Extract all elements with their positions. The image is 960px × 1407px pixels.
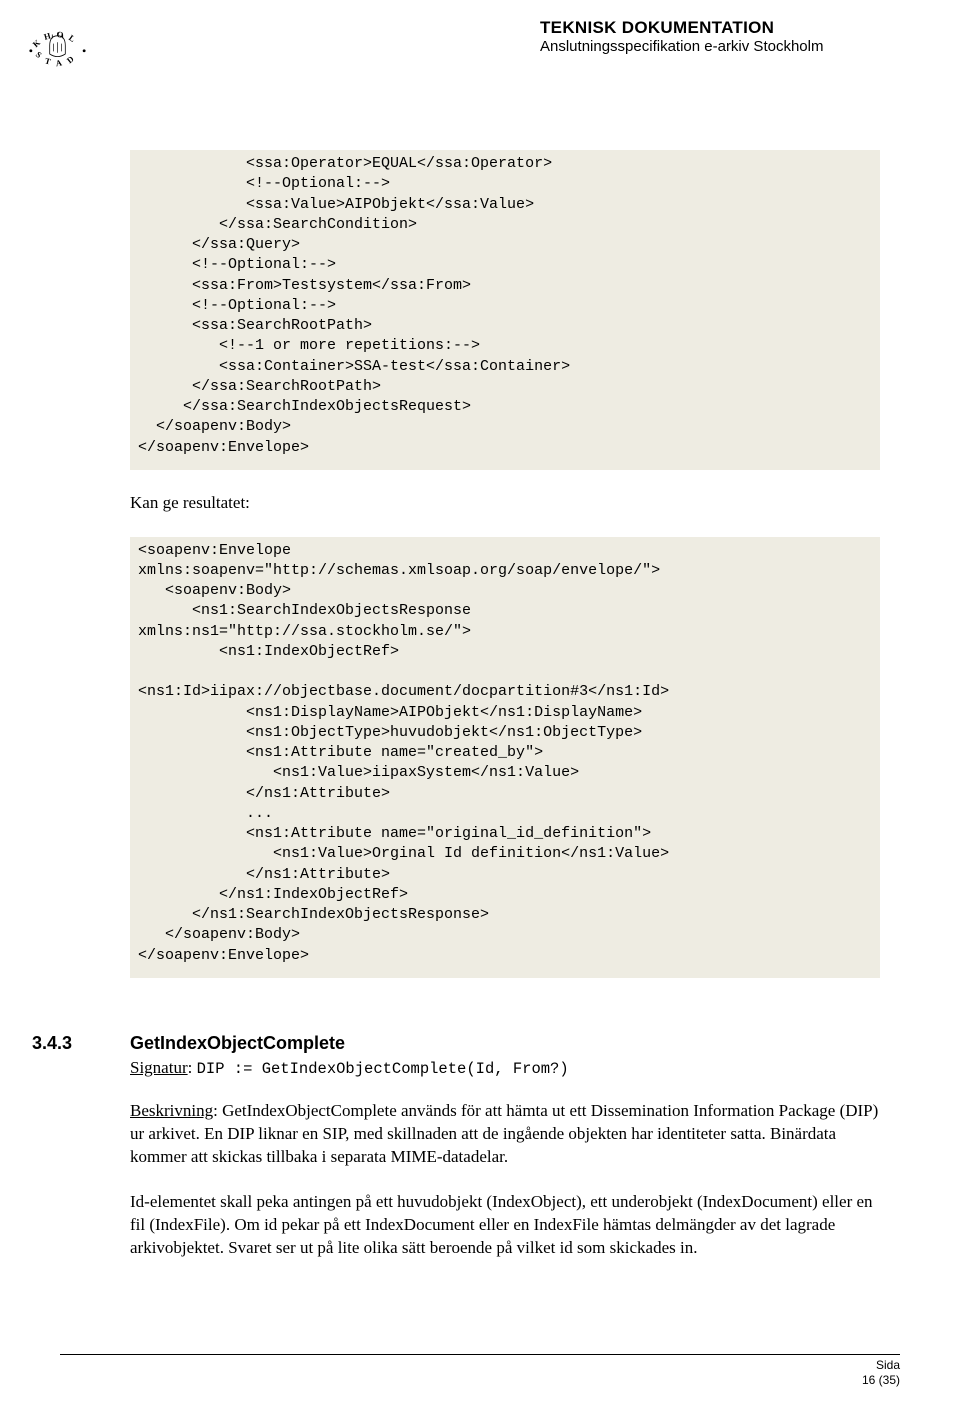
section-title: GetIndexObjectComplete: [130, 1033, 345, 1054]
header-text-block: TEKNISK DOKUMENTATION Anslutningsspecifi…: [540, 15, 900, 55]
footer-page-number: 16 (35): [60, 1373, 900, 1389]
description-text: : GetIndexObjectComplete används för att…: [130, 1101, 878, 1166]
description-paragraph: Beskrivning: GetIndexObjectComplete anvä…: [130, 1100, 880, 1169]
page-footer: Sida 16 (35): [60, 1354, 900, 1389]
id-element-paragraph: Id-elementet skall peka antingen på ett …: [130, 1191, 880, 1260]
doc-title: TEKNISK DOKUMENTATION: [540, 18, 900, 38]
signature-code: DIP := GetIndexObjectComplete(Id, From?): [197, 1060, 569, 1078]
doc-subtitle: Anslutningsspecifikation e-arkiv Stockho…: [540, 38, 900, 55]
code-block-response: <soapenv:Envelope xmlns:soapenv="http://…: [130, 537, 880, 978]
stockholm-logo: SKHOLM STAD: [25, 15, 90, 80]
main-content: <ssa:Operator>EQUAL</ssa:Operator> <!--O…: [0, 80, 960, 1260]
section-heading-row: 3.4.3 GetIndexObjectComplete: [32, 1033, 880, 1054]
signature-label: Signatur: [130, 1058, 188, 1077]
signature-line: Signatur: DIP := GetIndexObjectComplete(…: [130, 1058, 880, 1078]
result-label: Kan ge resultatet:: [130, 492, 880, 515]
footer-label: Sida: [60, 1358, 900, 1374]
description-label: Beskrivning: [130, 1101, 213, 1120]
signature-sep: :: [188, 1058, 197, 1077]
section-number: 3.4.3: [32, 1033, 130, 1054]
code-block-request: <ssa:Operator>EQUAL</ssa:Operator> <!--O…: [130, 150, 880, 470]
page-header: SKHOLM STAD TEKNISK DOKUMENTATION Anslut…: [0, 0, 960, 80]
